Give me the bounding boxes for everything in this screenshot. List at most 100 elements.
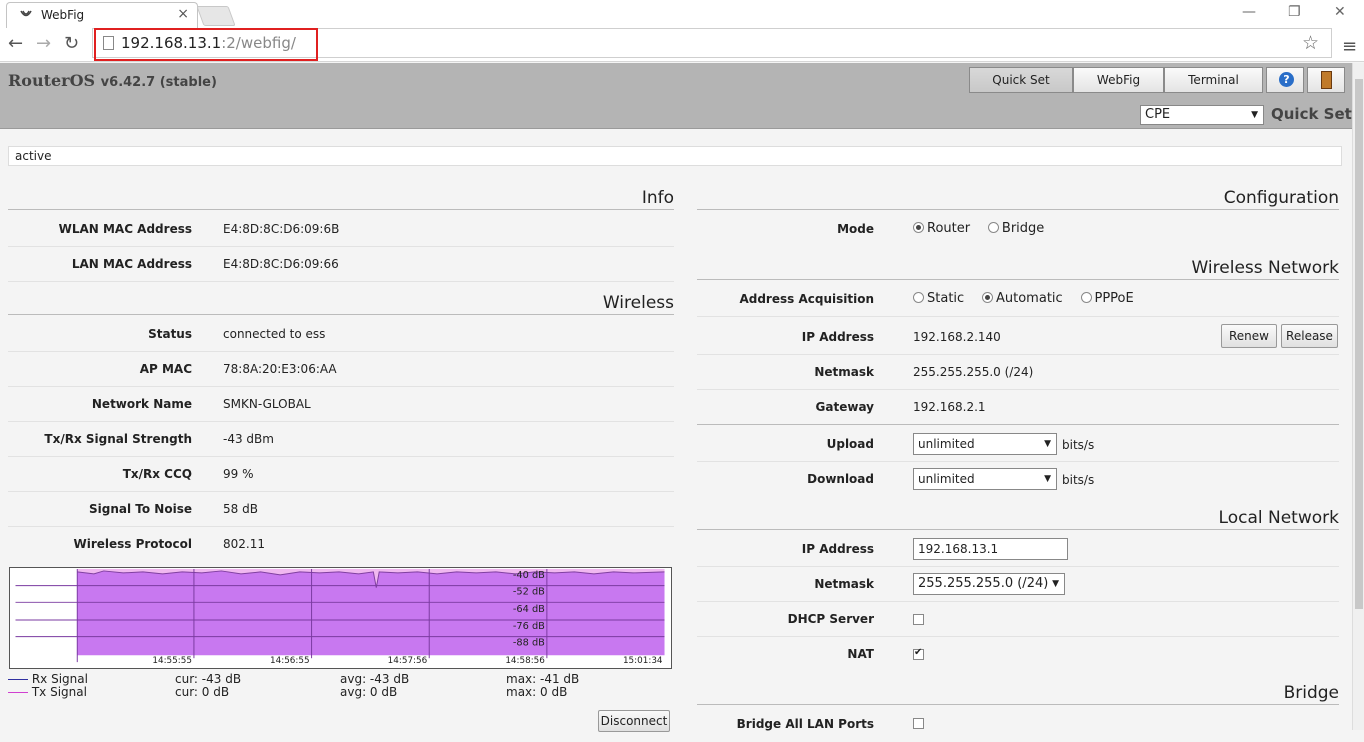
bridge-all-lan-checkbox[interactable] bbox=[913, 718, 924, 729]
nav-quick-set[interactable]: Quick Set bbox=[969, 67, 1073, 93]
help-icon: ? bbox=[1279, 72, 1294, 87]
info-row: WLAN MAC Address E4:8D:8C:D6:09:6B bbox=[8, 212, 674, 247]
legend-tx-avg: avg: 0 dB bbox=[340, 685, 398, 699]
browser-tab[interactable]: WebFig × bbox=[6, 2, 198, 28]
y-tick-label: -88 dB bbox=[513, 637, 545, 648]
legend-rx-max: max: -41 dB bbox=[506, 672, 580, 686]
wireless-row: Wireless Protocol 802.11 bbox=[73, 537, 265, 551]
webfig-favicon-icon bbox=[20, 10, 32, 17]
page-scrollbar[interactable] bbox=[1352, 63, 1364, 730]
top-nav: Quick Set WebFig Terminal bbox=[969, 67, 1263, 93]
wan-gateway-row: Gateway 192.168.2.1 bbox=[697, 390, 1339, 425]
minimize-icon[interactable]: — bbox=[1242, 4, 1256, 20]
wireless-row: Tx/Rx Signal Strength -43 dBm bbox=[8, 422, 674, 457]
acq-static-radio[interactable] bbox=[913, 292, 924, 303]
wireless-row: Tx/Rx CCQ 99 % bbox=[8, 457, 674, 492]
brand: RouterOS v6.42.7 (stable) bbox=[8, 71, 217, 90]
mode-router-radio[interactable] bbox=[913, 222, 924, 233]
download-select[interactable]: unlimited ▼ bbox=[913, 468, 1057, 490]
y-tick-label: -40 dB bbox=[513, 570, 545, 581]
status-box: active bbox=[8, 146, 1342, 166]
tab-title: WebFig bbox=[41, 8, 85, 22]
restore-icon[interactable]: ❐ bbox=[1288, 4, 1301, 20]
new-tab-button[interactable] bbox=[196, 6, 236, 26]
legend-tx-max: max: 0 dB bbox=[506, 685, 568, 699]
chevron-down-icon: ▼ bbox=[1044, 474, 1051, 484]
upload-select[interactable]: unlimited ▼ bbox=[913, 433, 1057, 455]
download-row: Download unlimited ▼ bits/s bbox=[697, 462, 1339, 497]
y-tick-label: -76 dB bbox=[513, 621, 545, 632]
bookmark-star-icon[interactable]: ☆ bbox=[1302, 32, 1319, 54]
nav-terminal[interactable]: Terminal bbox=[1164, 67, 1263, 93]
lan-netmask-row: Netmask 255.255.255.0 (/24) ▼ bbox=[697, 567, 1339, 602]
graph-area bbox=[77, 568, 665, 656]
section-local-network-title: Local Network bbox=[697, 508, 1339, 530]
dhcp-server-checkbox[interactable] bbox=[913, 614, 924, 625]
upload-row: Upload unlimited ▼ bits/s bbox=[697, 427, 1339, 462]
wireless-row: Signal To Noise 58 dB bbox=[8, 492, 674, 527]
chevron-down-icon: ▼ bbox=[1251, 110, 1258, 120]
chevron-down-icon: ▼ bbox=[1044, 439, 1051, 449]
acq-automatic-radio[interactable] bbox=[982, 292, 993, 303]
renew-button[interactable]: Renew bbox=[1221, 324, 1277, 348]
logout-door-icon bbox=[1321, 71, 1332, 89]
y-tick-label: -64 dB bbox=[513, 604, 545, 615]
disconnect-button[interactable]: Disconnect bbox=[598, 710, 670, 732]
section-info-title: Info bbox=[8, 188, 674, 210]
info-row: LAN MAC Address E4:8D:8C:D6:09:66 bbox=[8, 247, 674, 282]
back-icon[interactable]: ← bbox=[8, 33, 23, 54]
release-button[interactable]: Release bbox=[1281, 324, 1338, 348]
nat-row: NAT bbox=[697, 637, 1339, 672]
nav-webfig[interactable]: WebFig bbox=[1073, 67, 1164, 93]
x-tick-label: 14:58:56 bbox=[505, 656, 545, 666]
wireless-row: Network Name SMKN-GLOBAL bbox=[8, 387, 674, 422]
legend-rx-avg: avg: -43 dB bbox=[340, 672, 410, 686]
scrollbar-thumb[interactable] bbox=[1355, 79, 1363, 609]
y-tick-label: -52 dB bbox=[513, 586, 545, 597]
browser-menu-icon[interactable]: ≡ bbox=[1342, 36, 1357, 57]
acq-pppoe-radio[interactable] bbox=[1080, 292, 1092, 303]
x-tick-label: 14:55:55 bbox=[152, 656, 192, 666]
legend-rx-cur: cur: -43 dB bbox=[175, 672, 242, 686]
lan-ip-input[interactable]: 192.168.13.1 bbox=[913, 538, 1068, 560]
signal-graph: -40 dB -52 dB -64 dB -76 dB -88 dB 14:55… bbox=[9, 567, 672, 669]
mode-bridge-radio[interactable] bbox=[987, 222, 999, 233]
x-tick-label: 15:01:34 bbox=[623, 656, 663, 666]
nat-checkbox[interactable] bbox=[913, 647, 924, 660]
browser-tabbar: WebFig × — ❐ ✕ bbox=[0, 0, 1364, 28]
lan-ip-row: IP Address 192.168.13.1 bbox=[697, 532, 1339, 567]
section-configuration-title: Configuration bbox=[697, 188, 1339, 210]
tab-close-icon[interactable]: × bbox=[177, 6, 189, 22]
section-bridge-title: Bridge bbox=[697, 683, 1339, 705]
wireless-row: Status connected to ess bbox=[8, 317, 674, 352]
legend-rx-swatch bbox=[8, 679, 28, 680]
lan-netmask-select[interactable]: 255.255.255.0 (/24) ▼ bbox=[913, 573, 1065, 595]
forward-icon[interactable]: → bbox=[36, 33, 51, 54]
legend-tx: Tx Signal bbox=[8, 685, 87, 699]
chevron-down-icon: ▼ bbox=[1052, 579, 1059, 589]
section-wireless-network-title: Wireless Network bbox=[697, 258, 1339, 280]
router-header: RouterOS v6.42.7 (stable) Quick Set WebF… bbox=[0, 63, 1352, 129]
logout-button[interactable] bbox=[1307, 67, 1345, 93]
page-title: Quick Set bbox=[1271, 105, 1352, 123]
legend-tx-swatch bbox=[8, 692, 28, 693]
wan-ip-row: IP Address 192.168.2.140 Renew Release bbox=[697, 318, 1339, 355]
close-window-icon[interactable]: ✕ bbox=[1334, 4, 1346, 20]
legend-tx-cur: cur: 0 dB bbox=[175, 685, 230, 699]
section-wireless-title: Wireless bbox=[8, 293, 674, 315]
dhcp-row: DHCP Server bbox=[697, 602, 1339, 637]
url-highlight-box bbox=[94, 28, 318, 61]
reload-icon[interactable]: ↻ bbox=[64, 33, 79, 54]
legend-rx: Rx Signal bbox=[8, 672, 88, 686]
wireless-row: AP MAC 78:8A:20:E3:06:AA bbox=[8, 352, 674, 387]
bridge-all-lan-row: Bridge All LAN Ports bbox=[697, 707, 1339, 742]
mode-radio-group: Router Bridge bbox=[913, 221, 1058, 236]
quickset-mode-select[interactable]: CPE ▼ bbox=[1140, 105, 1264, 125]
wan-netmask-row: Netmask 255.255.255.0 (/24) bbox=[697, 355, 1339, 390]
acq-radio-group: Static Automatic PPPoE bbox=[913, 291, 1148, 306]
mode-row: Mode Router Bridge bbox=[697, 212, 1339, 247]
x-tick-label: 14:57:56 bbox=[388, 656, 428, 666]
help-button[interactable]: ? bbox=[1266, 67, 1304, 93]
x-tick-label: 14:56:55 bbox=[270, 656, 310, 666]
address-acquisition-row: Address Acquisition Static Automatic PPP… bbox=[697, 282, 1339, 317]
